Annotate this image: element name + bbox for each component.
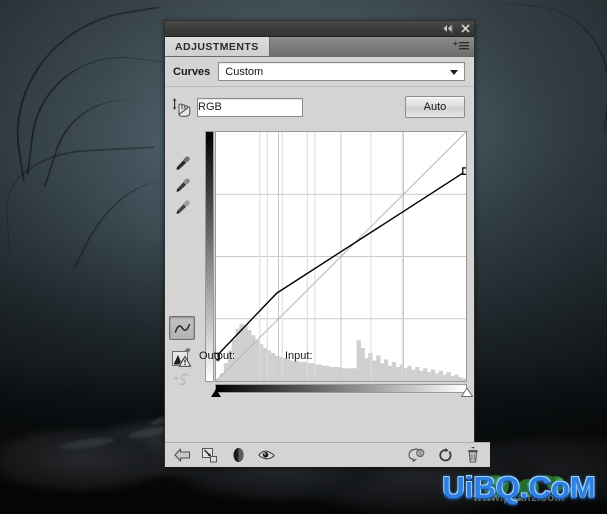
eyedropper-icon [176,156,190,170]
mask-view-button[interactable] [408,446,426,464]
input-label: Input: [285,350,313,362]
tab-adjustments-label: ADJUSTMENTS [175,40,259,53]
eyedropper-icon [176,200,190,214]
black-point-eyedropper-button[interactable] [170,152,194,174]
curves-preset-row: Curves Custom [165,57,474,87]
output-input-row: Output: Input: [165,344,474,398]
return-to-adjustment-list-button[interactable] [173,446,191,464]
clip-arrow-icon [201,447,217,462]
clipping-warning-icon [172,351,192,367]
double-left-arrow-icon [443,25,452,32]
channel-row: RGB Auto [165,87,474,126]
channel-value: RGB [198,101,222,113]
panel-title-bar [165,21,474,37]
collapse-to-icons-button[interactable] [442,23,453,34]
panel-menu-icon [453,41,469,50]
panel-tab-strip: ADJUSTMENTS [165,37,474,57]
clipping-warning-button[interactable] [165,350,199,368]
curve-control-point[interactable] [462,167,466,175]
eye-icon [257,450,275,460]
curve-edit-tool-button[interactable] [169,316,195,340]
auto-button[interactable]: Auto [405,96,465,118]
close-x-icon [461,24,470,33]
tab-adjustments[interactable]: ADJUSTMENTS [165,37,270,56]
curves-preset-select[interactable]: Custom [218,62,465,81]
curves-preset-value: Custom [225,65,264,78]
close-panel-button[interactable] [460,23,471,34]
panel-footer-toolbar [165,442,490,467]
left-arrow-icon [173,448,190,462]
hand-arrows-icon [172,97,190,117]
output-label: Output: [199,350,236,362]
trash-icon [468,447,478,463]
channel-select[interactable]: RGB [197,97,303,117]
watermark-text: UiBQ.CoM [442,470,596,505]
curves-label: Curves [173,65,211,78]
clip-to-layer-button[interactable] [201,446,219,464]
adjustments-panel: ADJUSTMENTS Curves Custom RGB Auto Outpu… [164,20,490,467]
curves-graph-area: Output: Input: [165,126,474,398]
panel-body: Curves Custom RGB Auto Output: Input: [165,57,490,467]
tab-strip-filler [270,37,474,56]
mask-icon [408,448,425,462]
gray-point-eyedropper-button[interactable] [170,174,194,196]
on-image-adjust-tool-button[interactable] [165,97,197,118]
reset-circular-arrow-icon [438,447,452,461]
white-point-eyedropper-button[interactable] [170,196,194,218]
half-circle-icon [233,448,243,462]
watermark: UiBQ.CoM www.psahz.com [436,466,602,510]
panel-menu-button[interactable] [453,41,469,52]
auto-button-label: Auto [423,101,447,113]
preview-eye-button[interactable] [257,446,275,464]
delete-adjustment-layer-button[interactable] [464,446,482,464]
curve-icon [174,323,190,333]
chevron-down-icon [450,69,458,75]
reset-adjustment-button[interactable] [436,446,454,464]
toggle-layer-visibility-button[interactable] [229,446,247,464]
eyedropper-icon [176,178,190,192]
